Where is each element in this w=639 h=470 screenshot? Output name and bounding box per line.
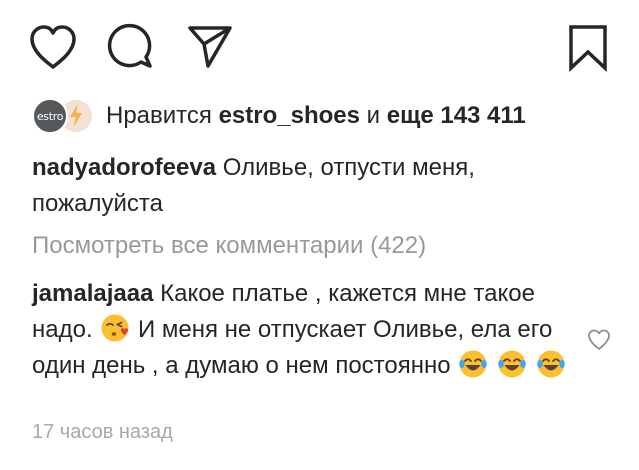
caption-username[interactable]: nadyadorofeeva	[32, 154, 216, 181]
avatar[interactable]: estro	[32, 98, 68, 134]
comment-username[interactable]: jamalajaaa	[32, 280, 153, 307]
liker-avatars: estro	[32, 98, 96, 134]
likes-prefix: Нравится	[106, 102, 212, 129]
likes-summary: Нравится estro_shoes и еще 143 411	[106, 102, 526, 130]
kissing-face-emoji	[101, 314, 129, 342]
tears-of-joy-emoji	[536, 350, 565, 378]
post-caption: nadyadorofeeva Оливье, отпусти меня, пож…	[32, 150, 592, 222]
avatar-logo-text: estro	[36, 109, 64, 123]
comment-timestamp: 17 часов назад	[32, 421, 173, 443]
tears-of-joy-emoji	[498, 350, 526, 378]
comment-heart-icon[interactable]	[587, 328, 611, 352]
liker-username[interactable]: estro_shoes	[219, 102, 360, 129]
likes-row: estro Нравится estro_shoes и еще 143 411	[32, 96, 526, 136]
paper-plane-icon[interactable]	[186, 24, 234, 70]
bookmark-icon[interactable]	[566, 24, 610, 72]
heart-icon[interactable]	[28, 24, 78, 70]
view-all-comments-link[interactable]: Посмотреть все комментарии (422)	[32, 228, 426, 264]
comment-bubble-icon[interactable]	[106, 22, 156, 72]
action-bar	[0, 0, 639, 90]
likes-count[interactable]: еще 143 411	[387, 102, 526, 129]
tears-of-joy-emoji	[459, 350, 488, 378]
likes-connector: и	[366, 102, 381, 129]
comment: jamalajaaa Какое платье , кажется мне та…	[32, 276, 572, 384]
lightning-logo-icon	[70, 105, 82, 127]
